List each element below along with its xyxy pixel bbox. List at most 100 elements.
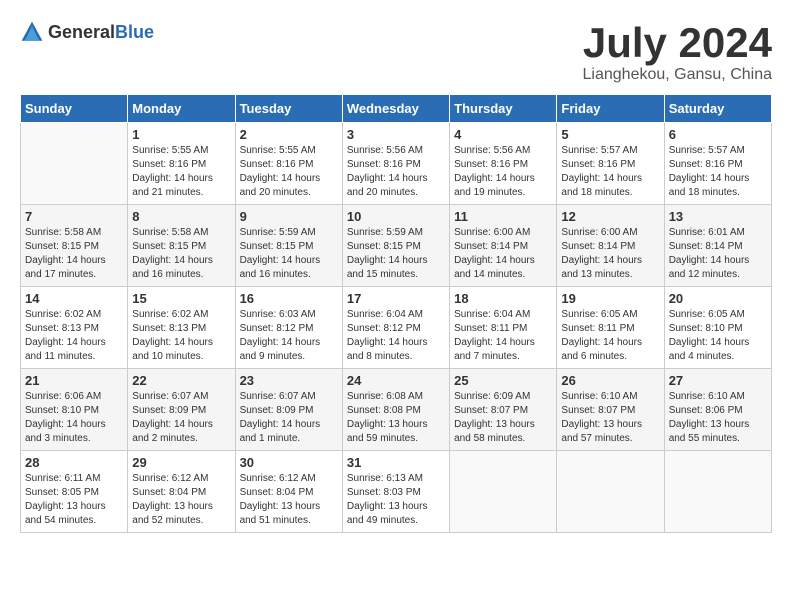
day-info: Sunrise: 6:04 AMSunset: 8:12 PMDaylight:… [347, 308, 445, 364]
day-cell: 17 Sunrise: 6:04 AMSunset: 8:12 PMDayligh… [342, 287, 449, 369]
day-number: 29 [132, 455, 230, 470]
day-number: 12 [561, 209, 659, 224]
page-header: GeneralBlue July 2024 Lianghekou, Gansu,… [20, 20, 772, 84]
col-header-monday: Monday [128, 95, 235, 123]
col-header-tuesday: Tuesday [235, 95, 342, 123]
logo-text-blue: Blue [115, 22, 154, 42]
col-header-friday: Friday [557, 95, 664, 123]
day-number: 30 [240, 455, 338, 470]
day-cell: 6 Sunrise: 5:57 AMSunset: 8:16 PMDaylight… [664, 123, 771, 205]
day-info: Sunrise: 5:58 AMSunset: 8:15 PMDaylight:… [132, 226, 230, 282]
day-number: 6 [669, 127, 767, 142]
day-number: 13 [669, 209, 767, 224]
day-cell: 1Sunrise: 5:55 AMSunset: 8:16 PMDaylight… [128, 123, 235, 205]
day-cell: 21 Sunrise: 6:06 AMSunset: 8:10 PMDayligh… [21, 369, 128, 451]
day-cell: 11Sunrise: 6:00 AMSunset: 8:14 PMDayligh… [450, 205, 557, 287]
day-cell: 27Sunrise: 6:10 AMSunset: 8:06 PMDayligh… [664, 369, 771, 451]
day-info: Sunrise: 5:55 AMSunset: 8:16 PMDaylight:… [240, 144, 338, 200]
day-number: 17 [347, 291, 445, 306]
day-cell: 23Sunrise: 6:07 AMSunset: 8:09 PMDayligh… [235, 369, 342, 451]
day-info: Sunrise: 6:08 AMSunset: 8:08 PMDaylight:… [347, 390, 445, 446]
day-cell: 22 Sunrise: 6:07 AMSunset: 8:09 PMDayligh… [128, 369, 235, 451]
day-number: 8 [132, 209, 230, 224]
day-number: 3 [347, 127, 445, 142]
day-cell: 7 Sunrise: 5:58 AMSunset: 8:15 PMDaylight… [21, 205, 128, 287]
day-info: Sunrise: 5:56 AMSunset: 8:16 PMDaylight:… [454, 144, 552, 200]
day-number: 1 [132, 127, 230, 142]
week-row-2: 7 Sunrise: 5:58 AMSunset: 8:15 PMDaylight… [21, 205, 772, 287]
week-row-1: 1 Sunrise: 5:55 AMSunset: 8:16 PMDaylight… [21, 123, 772, 205]
day-info: Sunrise: 6:05 AMSunset: 8:10 PMDaylight:… [669, 308, 767, 364]
day-info: Sunrise: 6:00 AMSunset: 8:14 PMDaylight:… [561, 226, 659, 282]
day-number: 28 [25, 455, 123, 470]
month-year-title: July 2024 [583, 20, 772, 66]
day-number: 22 [132, 373, 230, 388]
day-info: Sunrise: 6:07 AMSunset: 8:09 PMDaylight:… [240, 390, 338, 446]
day-cell: 28 Sunrise: 6:11 AMSunset: 8:05 PMDayligh… [21, 451, 128, 533]
col-header-wednesday: Wednesday [342, 95, 449, 123]
day-number: 18 [454, 291, 552, 306]
day-number: 7 [25, 209, 123, 224]
header-row: SundayMondayTuesdayWednesdayThursdayFrid… [21, 95, 772, 123]
day-cell: 5 Sunrise: 5:57 AMSunset: 8:16 PMDaylight… [557, 123, 664, 205]
day-cell: 15Sunrise: 6:02 AMSunset: 8:13 PMDayligh… [128, 287, 235, 369]
day-info: Sunrise: 6:12 AMSunset: 8:04 PMDaylight:… [132, 472, 230, 528]
day-cell: 13 Sunrise: 6:01 AMSunset: 8:14 PMDayligh… [664, 205, 771, 287]
day-number: 25 [454, 373, 552, 388]
day-number: 19 [561, 291, 659, 306]
week-row-3: 14 Sunrise: 6:02 AMSunset: 8:13 PMDayligh… [21, 287, 772, 369]
day-info: Sunrise: 6:04 AMSunset: 8:11 PMDaylight:… [454, 308, 552, 364]
day-number: 26 [561, 373, 659, 388]
day-number: 5 [561, 127, 659, 142]
day-cell: 8 Sunrise: 5:58 AMSunset: 8:15 PMDaylight… [128, 205, 235, 287]
day-cell: 19 Sunrise: 6:05 AMSunset: 8:11 PMDayligh… [557, 287, 664, 369]
day-cell: 31Sunrise: 6:13 AMSunset: 8:03 PMDayligh… [342, 451, 449, 533]
col-header-saturday: Saturday [664, 95, 771, 123]
logo-text-general: General [48, 22, 115, 42]
day-info: Sunrise: 6:01 AMSunset: 8:14 PMDaylight:… [669, 226, 767, 282]
day-info: Sunrise: 5:59 AMSunset: 8:15 PMDaylight:… [240, 226, 338, 282]
col-header-sunday: Sunday [21, 95, 128, 123]
title-area: July 2024 Lianghekou, Gansu, China [583, 20, 772, 84]
day-cell [21, 123, 128, 205]
day-cell: 18 Sunrise: 6:04 AMSunset: 8:11 PMDayligh… [450, 287, 557, 369]
day-number: 27 [669, 373, 767, 388]
day-info: Sunrise: 5:57 AMSunset: 8:16 PMDaylight:… [669, 144, 767, 200]
day-info: Sunrise: 6:06 AMSunset: 8:10 PMDaylight:… [25, 390, 123, 446]
day-cell: 10Sunrise: 5:59 AMSunset: 8:15 PMDayligh… [342, 205, 449, 287]
day-info: Sunrise: 6:03 AMSunset: 8:12 PMDaylight:… [240, 308, 338, 364]
calendar-table: SundayMondayTuesdayWednesdayThursdayFrid… [20, 94, 772, 533]
day-info: Sunrise: 6:13 AMSunset: 8:03 PMDaylight:… [347, 472, 445, 528]
day-cell: 26 Sunrise: 6:10 AMSunset: 8:07 PMDayligh… [557, 369, 664, 451]
day-cell: 2 Sunrise: 5:55 AMSunset: 8:16 PMDaylight… [235, 123, 342, 205]
day-info: Sunrise: 6:05 AMSunset: 8:11 PMDaylight:… [561, 308, 659, 364]
day-info: Sunrise: 6:02 AMSunset: 8:13 PMDaylight:… [132, 308, 230, 364]
logo: GeneralBlue [20, 20, 154, 44]
day-cell: 14Sunrise: 6:02 AMSunset: 8:13 PMDayligh… [21, 287, 128, 369]
day-cell: 24 Sunrise: 6:08 AMSunset: 8:08 PMDayligh… [342, 369, 449, 451]
day-info: Sunrise: 6:11 AMSunset: 8:05 PMDaylight:… [25, 472, 123, 528]
day-number: 11 [454, 209, 552, 224]
day-number: 21 [25, 373, 123, 388]
day-info: Sunrise: 6:10 AMSunset: 8:07 PMDaylight:… [561, 390, 659, 446]
day-info: Sunrise: 5:58 AMSunset: 8:15 PMDaylight:… [25, 226, 123, 282]
day-cell: 12 Sunrise: 6:00 AMSunset: 8:14 PMDayligh… [557, 205, 664, 287]
day-number: 24 [347, 373, 445, 388]
day-info: Sunrise: 5:57 AMSunset: 8:16 PMDaylight:… [561, 144, 659, 200]
day-info: Sunrise: 6:07 AMSunset: 8:09 PMDaylight:… [132, 390, 230, 446]
day-number: 14 [25, 291, 123, 306]
day-cell: 4 Sunrise: 5:56 AMSunset: 8:16 PMDaylight… [450, 123, 557, 205]
day-number: 9 [240, 209, 338, 224]
day-number: 2 [240, 127, 338, 142]
day-cell: 3Sunrise: 5:56 AMSunset: 8:16 PMDaylight… [342, 123, 449, 205]
day-cell: 25Sunrise: 6:09 AMSunset: 8:07 PMDayligh… [450, 369, 557, 451]
day-number: 10 [347, 209, 445, 224]
day-number: 4 [454, 127, 552, 142]
day-cell: 29 Sunrise: 6:12 AMSunset: 8:04 PMDayligh… [128, 451, 235, 533]
day-cell: 9 Sunrise: 5:59 AMSunset: 8:15 PMDaylight… [235, 205, 342, 287]
location-subtitle: Lianghekou, Gansu, China [583, 66, 772, 84]
day-number: 20 [669, 291, 767, 306]
day-info: Sunrise: 6:12 AMSunset: 8:04 PMDaylight:… [240, 472, 338, 528]
day-cell: 20 Sunrise: 6:05 AMSunset: 8:10 PMDayligh… [664, 287, 771, 369]
col-header-thursday: Thursday [450, 95, 557, 123]
